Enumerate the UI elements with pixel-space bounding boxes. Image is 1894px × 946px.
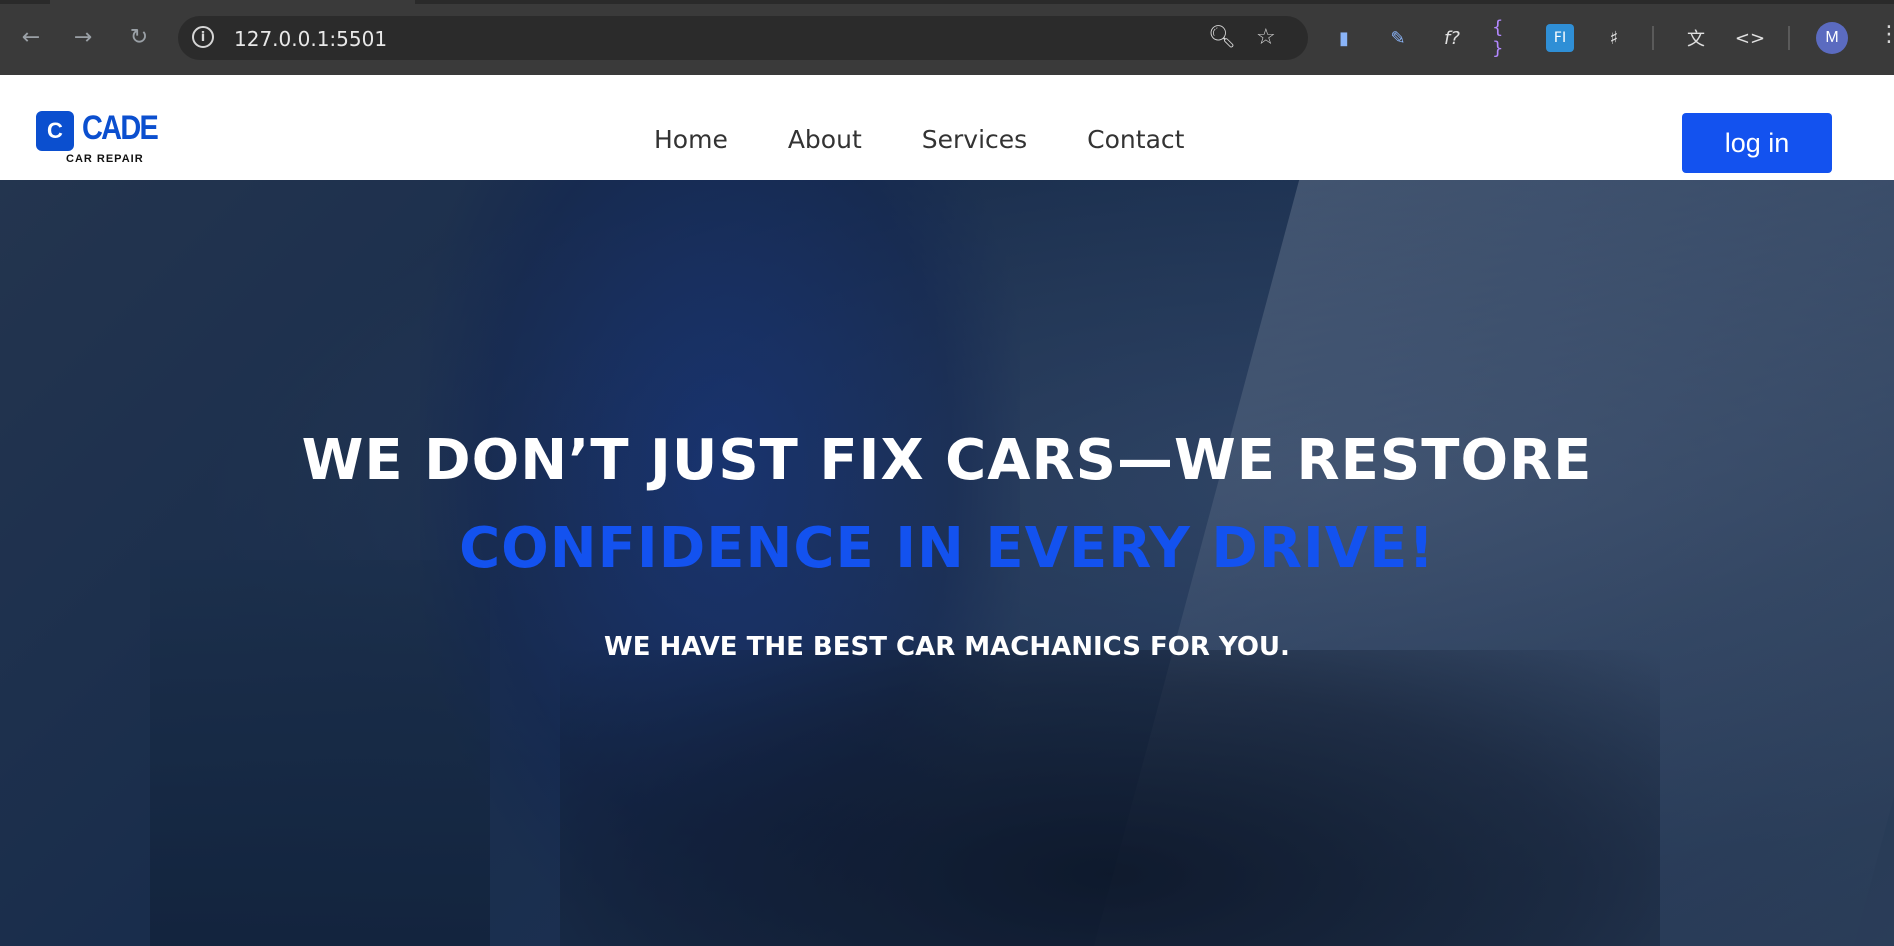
main-nav: Home About Services Contact [654,125,1244,154]
copy-extension-icon[interactable]: ▮ [1330,24,1358,52]
hero-section: WE DON’T JUST FIX CARS—WE RESTORE CONFID… [0,180,1894,946]
address-bar[interactable]: i 127.0.0.1:5501 🔍︎ ☆ [178,16,1308,60]
profile-avatar[interactable]: M [1816,22,1848,54]
code-icon[interactable]: <> [1735,24,1765,52]
json-viewer-icon[interactable]: { } [1492,17,1520,59]
logo[interactable]: C CADE CAR REPAIR [36,109,159,167]
hero-headline-line1: WE DON’T JUST FIX CARS—WE RESTORE [301,428,1593,493]
nav-home[interactable]: Home [654,125,728,154]
reload-icon[interactable]: ↻ [124,22,154,52]
translate-icon[interactable]: 文 [1682,24,1710,52]
nav-about[interactable]: About [788,125,862,154]
color-picker-icon[interactable]: ✎ [1384,24,1412,52]
zoom-icon[interactable]: 🔍︎ [1208,25,1236,50]
logo-mark: C [36,111,74,151]
hero-subheadline: WE HAVE THE BEST CAR MACHANICS FOR YOU. [604,632,1290,662]
bookmark-star-icon[interactable]: ☆ [1256,25,1276,50]
fi-extension-icon[interactable]: FI [1546,24,1574,52]
nav-contact[interactable]: Contact [1087,125,1184,154]
login-button[interactable]: log in [1682,113,1832,173]
logo-name: CADE [82,109,159,147]
extensions-puzzle-icon[interactable]: ♯ [1600,24,1628,52]
site-info-icon[interactable]: i [192,26,214,48]
menu-kebab-icon[interactable]: ⋮ [1878,22,1894,47]
url-text[interactable]: 127.0.0.1:5501 [234,27,387,51]
browser-toolbar: ← → ↻ i 127.0.0.1:5501 🔍︎ ☆ ▮ ✎ f? { } F… [0,0,1894,75]
logo-tagline: CAR REPAIR [66,153,144,165]
nav-services[interactable]: Services [922,125,1027,154]
tab-strip [0,0,1894,4]
back-icon[interactable]: ← [16,22,46,52]
font-finder-icon[interactable]: f? [1438,24,1466,52]
forward-icon[interactable]: → [68,22,98,52]
hero-headline-line2: CONFIDENCE IN EVERY DRIVE! [459,516,1435,581]
site-header: C CADE CAR REPAIR Home About Services Co… [0,75,1894,180]
